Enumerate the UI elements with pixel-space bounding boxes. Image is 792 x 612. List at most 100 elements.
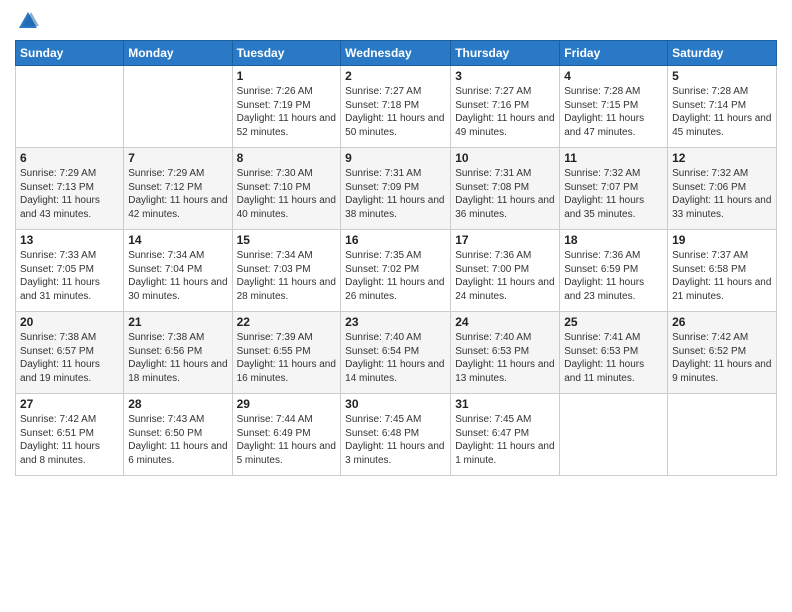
- day-info: Sunrise: 7:31 AM Sunset: 7:09 PM Dayligh…: [345, 167, 446, 221]
- calendar-cell: 17Sunrise: 7:36 AM Sunset: 7:00 PM Dayli…: [451, 230, 560, 312]
- day-number: 30: [345, 397, 446, 411]
- day-number: 6: [20, 151, 119, 165]
- day-info: Sunrise: 7:40 AM Sunset: 6:53 PM Dayligh…: [455, 331, 555, 385]
- day-number: 25: [564, 315, 663, 329]
- day-info: Sunrise: 7:29 AM Sunset: 7:13 PM Dayligh…: [20, 167, 119, 221]
- day-info: Sunrise: 7:43 AM Sunset: 6:50 PM Dayligh…: [128, 413, 227, 467]
- calendar-cell: [124, 66, 232, 148]
- day-info: Sunrise: 7:34 AM Sunset: 7:03 PM Dayligh…: [237, 249, 337, 303]
- day-number: 10: [455, 151, 555, 165]
- day-number: 23: [345, 315, 446, 329]
- calendar-cell: 13 Sunrise: 7:33 AM Sunset: 7:05 PM Dayli…: [16, 230, 124, 312]
- day-number: 1: [237, 69, 337, 83]
- day-info: Sunrise: 7:36 AM Sunset: 6:59 PM Dayligh…: [564, 249, 663, 303]
- calendar-cell: 14 Sunrise: 7:34 AM Sunset: 7:04 PM Dayli…: [124, 230, 232, 312]
- day-info: Sunrise: 7:45 AM Sunset: 6:47 PM Dayligh…: [455, 413, 555, 467]
- day-info: Sunrise: 7:37 AM Sunset: 6:58 PM Dayligh…: [672, 249, 772, 303]
- calendar-cell: 25 Sunrise: 7:41 AM Sunset: 6:53 PM Dayli…: [560, 312, 668, 394]
- day-number: 19: [672, 233, 772, 247]
- header-row: SundayMondayTuesdayWednesdayThursdayFrid…: [16, 41, 777, 66]
- calendar-cell: 21Sunrise: 7:38 AM Sunset: 6:56 PM Dayli…: [124, 312, 232, 394]
- week-row-2: 13 Sunrise: 7:33 AM Sunset: 7:05 PM Dayli…: [16, 230, 777, 312]
- calendar-cell: 23Sunrise: 7:40 AM Sunset: 6:54 PM Dayli…: [341, 312, 451, 394]
- day-info: Sunrise: 7:31 AM Sunset: 7:08 PM Dayligh…: [455, 167, 555, 221]
- day-of-week-monday: Monday: [124, 41, 232, 66]
- calendar-cell: 22 Sunrise: 7:39 AM Sunset: 6:55 PM Dayli…: [232, 312, 341, 394]
- calendar-header: SundayMondayTuesdayWednesdayThursdayFrid…: [16, 41, 777, 66]
- day-number: 7: [128, 151, 227, 165]
- calendar-cell: 9 Sunrise: 7:31 AM Sunset: 7:09 PM Daylig…: [341, 148, 451, 230]
- day-number: 11: [564, 151, 663, 165]
- day-number: 20: [20, 315, 119, 329]
- day-number: 8: [237, 151, 337, 165]
- header: [15, 10, 777, 32]
- calendar-cell: 15 Sunrise: 7:34 AM Sunset: 7:03 PM Dayli…: [232, 230, 341, 312]
- day-number: 27: [20, 397, 119, 411]
- day-number: 24: [455, 315, 555, 329]
- calendar-cell: [668, 394, 777, 476]
- calendar-cell: 31 Sunrise: 7:45 AM Sunset: 6:47 PM Dayli…: [451, 394, 560, 476]
- day-number: 14: [128, 233, 227, 247]
- calendar-body: 1 Sunrise: 7:26 AM Sunset: 7:19 PM Daylig…: [16, 66, 777, 476]
- day-info: Sunrise: 7:32 AM Sunset: 7:06 PM Dayligh…: [672, 167, 772, 221]
- calendar-cell: [560, 394, 668, 476]
- calendar-cell: 5Sunrise: 7:28 AM Sunset: 7:14 PM Daylig…: [668, 66, 777, 148]
- day-of-week-thursday: Thursday: [451, 41, 560, 66]
- day-number: 12: [672, 151, 772, 165]
- day-number: 28: [128, 397, 227, 411]
- logo-icon: [17, 10, 39, 32]
- day-info: Sunrise: 7:30 AM Sunset: 7:10 PM Dayligh…: [237, 167, 337, 221]
- day-of-week-friday: Friday: [560, 41, 668, 66]
- day-number: 4: [564, 69, 663, 83]
- day-info: Sunrise: 7:45 AM Sunset: 6:48 PM Dayligh…: [345, 413, 446, 467]
- day-info: Sunrise: 7:33 AM Sunset: 7:05 PM Dayligh…: [20, 249, 119, 303]
- week-row-3: 20 Sunrise: 7:38 AM Sunset: 6:57 PM Dayli…: [16, 312, 777, 394]
- day-number: 22: [237, 315, 337, 329]
- day-info: Sunrise: 7:34 AM Sunset: 7:04 PM Dayligh…: [128, 249, 227, 303]
- day-of-week-sunday: Sunday: [16, 41, 124, 66]
- day-info: Sunrise: 7:38 AM Sunset: 6:57 PM Dayligh…: [20, 331, 119, 385]
- calendar-cell: 18 Sunrise: 7:36 AM Sunset: 6:59 PM Dayli…: [560, 230, 668, 312]
- day-number: 2: [345, 69, 446, 83]
- week-row-4: 27 Sunrise: 7:42 AM Sunset: 6:51 PM Dayli…: [16, 394, 777, 476]
- page: SundayMondayTuesdayWednesdayThursdayFrid…: [0, 0, 792, 612]
- day-info: Sunrise: 7:26 AM Sunset: 7:19 PM Dayligh…: [237, 85, 337, 139]
- day-info: Sunrise: 7:42 AM Sunset: 6:51 PM Dayligh…: [20, 413, 119, 467]
- day-info: Sunrise: 7:35 AM Sunset: 7:02 PM Dayligh…: [345, 249, 446, 303]
- day-of-week-wednesday: Wednesday: [341, 41, 451, 66]
- calendar-cell: 12 Sunrise: 7:32 AM Sunset: 7:06 PM Dayli…: [668, 148, 777, 230]
- day-number: 9: [345, 151, 446, 165]
- calendar-cell: 2Sunrise: 7:27 AM Sunset: 7:18 PM Daylig…: [341, 66, 451, 148]
- day-info: Sunrise: 7:41 AM Sunset: 6:53 PM Dayligh…: [564, 331, 663, 385]
- calendar-cell: 1 Sunrise: 7:26 AM Sunset: 7:19 PM Daylig…: [232, 66, 341, 148]
- calendar-cell: 16 Sunrise: 7:35 AM Sunset: 7:02 PM Dayli…: [341, 230, 451, 312]
- logo: [15, 10, 41, 32]
- calendar-cell: 7 Sunrise: 7:29 AM Sunset: 7:12 PM Daylig…: [124, 148, 232, 230]
- day-info: Sunrise: 7:29 AM Sunset: 7:12 PM Dayligh…: [128, 167, 227, 221]
- calendar-cell: 10 Sunrise: 7:31 AM Sunset: 7:08 PM Dayli…: [451, 148, 560, 230]
- calendar-table: SundayMondayTuesdayWednesdayThursdayFrid…: [15, 40, 777, 476]
- calendar-cell: 19 Sunrise: 7:37 AM Sunset: 6:58 PM Dayli…: [668, 230, 777, 312]
- day-number: 13: [20, 233, 119, 247]
- day-number: 18: [564, 233, 663, 247]
- day-number: 15: [237, 233, 337, 247]
- day-number: 31: [455, 397, 555, 411]
- day-number: 3: [455, 69, 555, 83]
- day-info: Sunrise: 7:39 AM Sunset: 6:55 PM Dayligh…: [237, 331, 337, 385]
- day-info: Sunrise: 7:38 AM Sunset: 6:56 PM Dayligh…: [128, 331, 227, 385]
- day-number: 17: [455, 233, 555, 247]
- calendar-cell: 4Sunrise: 7:28 AM Sunset: 7:15 PM Daylig…: [560, 66, 668, 148]
- day-number: 5: [672, 69, 772, 83]
- day-number: 29: [237, 397, 337, 411]
- calendar-cell: 6 Sunrise: 7:29 AM Sunset: 7:13 PM Daylig…: [16, 148, 124, 230]
- day-info: Sunrise: 7:27 AM Sunset: 7:16 PM Dayligh…: [455, 85, 555, 139]
- calendar-cell: 8 Sunrise: 7:30 AM Sunset: 7:10 PM Daylig…: [232, 148, 341, 230]
- day-info: Sunrise: 7:44 AM Sunset: 6:49 PM Dayligh…: [237, 413, 337, 467]
- day-number: 16: [345, 233, 446, 247]
- calendar-cell: 29 Sunrise: 7:44 AM Sunset: 6:49 PM Dayli…: [232, 394, 341, 476]
- day-of-week-tuesday: Tuesday: [232, 41, 341, 66]
- calendar-cell: 26Sunrise: 7:42 AM Sunset: 6:52 PM Dayli…: [668, 312, 777, 394]
- calendar-cell: [16, 66, 124, 148]
- calendar-cell: 3 Sunrise: 7:27 AM Sunset: 7:16 PM Daylig…: [451, 66, 560, 148]
- calendar-cell: 24 Sunrise: 7:40 AM Sunset: 6:53 PM Dayli…: [451, 312, 560, 394]
